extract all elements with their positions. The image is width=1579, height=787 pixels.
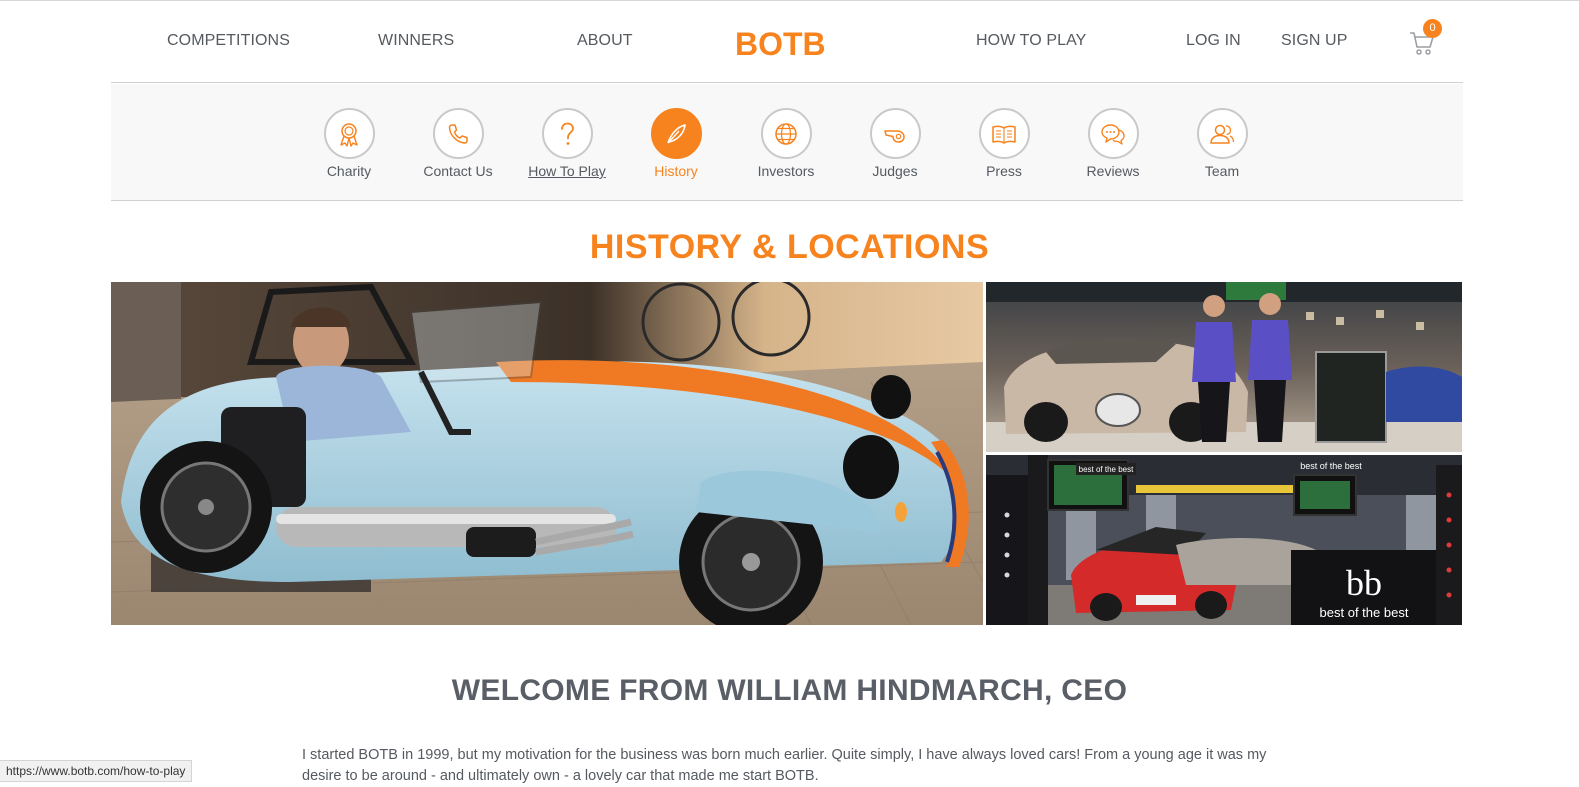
subnav-icon-circle — [323, 108, 375, 159]
best-of-the-best-stand-photo: best of the best best of the best bb bes… — [986, 455, 1462, 625]
bb-logo-text: bb — [1346, 563, 1382, 603]
subnav-icon-circle — [869, 108, 921, 159]
botb-logo[interactable]: BOTB — [735, 25, 839, 62]
stand-banner-text: best of the best — [1300, 461, 1362, 471]
subnav-label: Investors — [757, 163, 815, 179]
subnav-label: Contact Us — [423, 163, 493, 179]
subnav-icon-circle — [432, 108, 484, 159]
browser-status-url: https://www.botb.com/how-to-play — [0, 760, 193, 782]
nav-about[interactable]: ABOUT — [577, 32, 633, 50]
bb-logo-caption: best of the best — [1320, 605, 1409, 620]
logo-text: BOTB — [735, 26, 826, 61]
intro-paragraph: I started BOTB in 1999, but my motivatio… — [302, 747, 1267, 784]
site-header: COMPETITIONS WINNERS ABOUT BOTB HOW TO P… — [111, 3, 1463, 83]
subnav-item-contact-us[interactable]: Contact Us — [413, 108, 503, 179]
nav-winners[interactable]: WINNERS — [378, 32, 454, 50]
subnav-icon-circle — [1196, 108, 1248, 159]
welcome-heading: WELCOME FROM WILLIAM HINDMARCH, CEO — [451, 674, 1128, 707]
subnav-label: Team — [1204, 163, 1240, 179]
feather-icon — [667, 123, 686, 143]
nav-sign-up[interactable]: SIGN UP — [1281, 32, 1348, 50]
stand-sign-text: best of the best — [1079, 465, 1134, 474]
subnav-label: How To Play — [528, 163, 606, 179]
subnav-item-judges[interactable]: Judges — [850, 108, 940, 179]
subnav-item-press[interactable]: Press — [959, 108, 1049, 179]
subnav-icon-circle — [1087, 108, 1139, 159]
cart-count-badge: 0 — [1423, 19, 1442, 38]
subnav-label: Press — [986, 163, 1022, 179]
subnav-icon-circle — [978, 108, 1030, 159]
subnav-item-team[interactable]: Team — [1177, 108, 1267, 179]
nav-competitions[interactable]: COMPETITIONS — [167, 32, 290, 50]
subnav-label: Judges — [872, 163, 918, 179]
globe-icon — [775, 122, 797, 145]
subnav-item-history[interactable]: History — [631, 108, 721, 179]
ceo-car-photo — [111, 282, 983, 625]
phone-icon — [448, 123, 468, 144]
open-book-icon — [992, 125, 1016, 144]
question-icon — [561, 122, 574, 145]
nav-how-to-play[interactable]: HOW TO PLAY — [976, 32, 1086, 50]
subnav-label: History — [654, 163, 698, 179]
subnav-icon-circle — [760, 108, 812, 159]
subnav-item-how-to-play[interactable]: How To Play — [522, 108, 612, 179]
page-title: HISTORY & LOCATIONS — [589, 228, 990, 266]
subnav-item-investors[interactable]: Investors — [741, 108, 831, 179]
nav-log-in[interactable]: LOG IN — [1186, 32, 1241, 50]
subnav-item-reviews[interactable]: Reviews — [1068, 108, 1158, 179]
airport-showcase-photo — [986, 282, 1462, 452]
subnav-label: Charity — [326, 163, 372, 179]
whistle-icon — [884, 129, 905, 143]
subnav-icon-circle — [650, 108, 702, 159]
about-subnav: Charity Contact Us How To Play History I… — [111, 84, 1463, 201]
people-icon — [1210, 124, 1235, 144]
subnav-label: Reviews — [1086, 163, 1140, 179]
award-ribbon-icon — [340, 122, 358, 147]
subnav-item-charity[interactable]: Charity — [304, 108, 394, 179]
subnav-icon-circle — [541, 108, 593, 159]
speech-bubbles-icon — [1101, 123, 1125, 145]
